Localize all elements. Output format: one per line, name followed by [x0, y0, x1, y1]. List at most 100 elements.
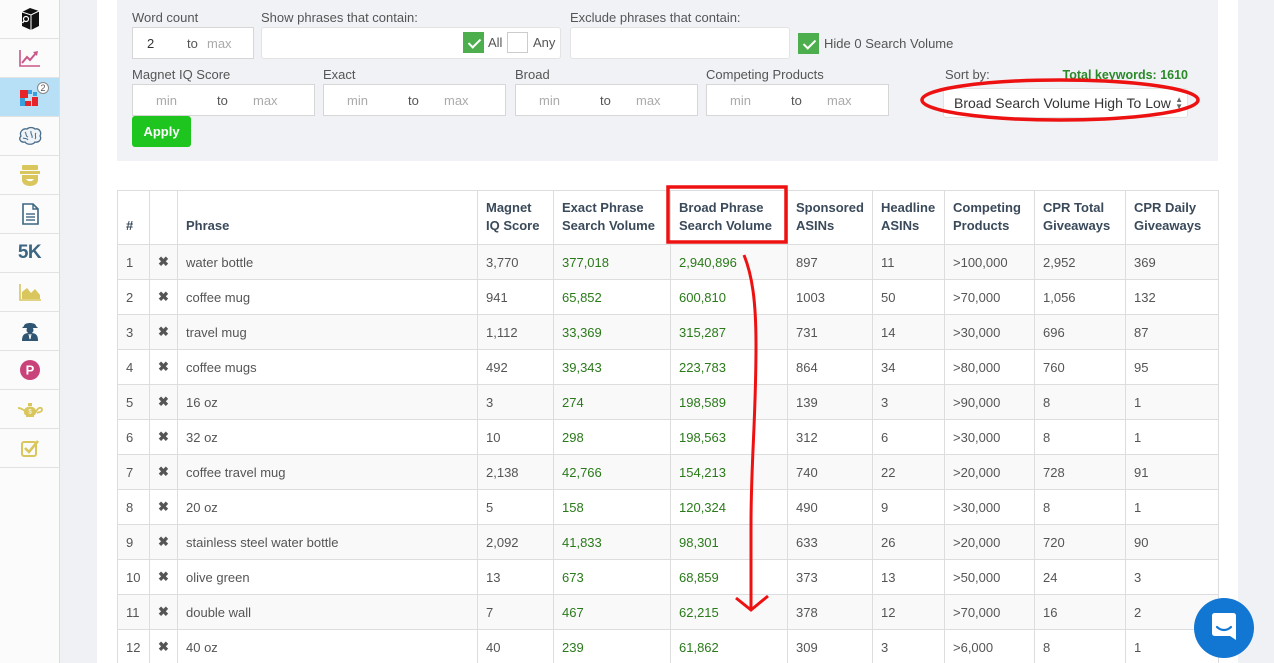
cell-competing-products: >80,000 [944, 349, 1035, 385]
sidebar-item-5k[interactable]: 5K [0, 234, 59, 273]
magnet-iq-min-input[interactable]: min [156, 93, 177, 108]
cell-cpr-total: 8 [1034, 629, 1126, 663]
cell-competing-products: >20,000 [944, 454, 1035, 490]
competing-min-input[interactable]: min [730, 93, 751, 108]
cell-competing-products: >70,000 [944, 594, 1035, 630]
cell-row-number: 5 [117, 384, 150, 420]
cell-cpr-total: 8 [1034, 384, 1126, 420]
sidebar-item-product-research[interactable] [0, 0, 59, 39]
sidebar-item-profits[interactable] [0, 273, 59, 312]
cell-broad-volume: 198,563 [670, 419, 788, 455]
table-row: 3 ✖ travel mug 1,112 33,369 315,287 731 14 >30,0… [117, 314, 1219, 350]
sidebar-item-index-checker[interactable] [0, 429, 59, 468]
sidebar-item-product-p[interactable]: P [0, 351, 59, 390]
cell-cpr-total: 720 [1034, 524, 1126, 560]
area-chart-icon [18, 284, 41, 301]
cell-phrase: travel mug [177, 314, 478, 350]
table-row: 12 ✖ 40 oz 40 239 61,862 309 3 >6,000 8 1 [117, 629, 1219, 663]
sidebar-item-magnet[interactable] [0, 117, 59, 156]
remove-row-icon[interactable]: ✖ [149, 349, 178, 385]
cell-sponsored-asins: 740 [787, 454, 873, 490]
remove-row-icon[interactable]: ✖ [149, 629, 178, 663]
cell-exact-volume: 33,369 [553, 314, 671, 350]
broad-max-input[interactable]: max [636, 93, 661, 108]
keywords-table: # Phrase Magnet IQ Score Exact Phrase Searc… [117, 190, 1219, 663]
header-col-cpr-total[interactable]: CPR Total Giveaways [1034, 190, 1126, 245]
any-checkbox[interactable] [507, 32, 528, 53]
remove-row-icon[interactable]: ✖ [149, 279, 178, 315]
header-col-cpr-daily[interactable]: CPR Daily Giveaways [1125, 190, 1219, 245]
remove-row-icon[interactable]: ✖ [149, 419, 178, 455]
exact-to-label: to [408, 92, 419, 108]
header-col-remove[interactable] [149, 190, 178, 245]
remove-row-icon[interactable]: ✖ [149, 244, 178, 280]
cell-magnet-iq: 1,112 [477, 314, 554, 350]
remove-row-icon[interactable]: ✖ [149, 524, 178, 560]
cell-headline-asins: 22 [872, 454, 945, 490]
header-col-sponsored-asins[interactable]: Sponsored ASINs [787, 190, 873, 245]
cell-row-number: 10 [117, 559, 150, 595]
word-count-max-input[interactable]: max [207, 36, 232, 51]
cell-competing-products: >50,000 [944, 559, 1035, 595]
cell-headline-asins: 3 [872, 629, 945, 663]
p-circle-icon: P [19, 360, 40, 380]
cell-sponsored-asins: 309 [787, 629, 873, 663]
broad-min-input[interactable]: min [539, 93, 560, 108]
header-col-competing-products[interactable]: Competing Products [944, 190, 1035, 245]
cell-competing-products: >100,000 [944, 244, 1035, 280]
word-count-min-input[interactable]: 2 [147, 36, 154, 51]
sidebar-item-frankenstein[interactable] [0, 156, 59, 195]
cell-exact-volume: 39,343 [553, 349, 671, 385]
remove-row-icon[interactable]: ✖ [149, 489, 178, 525]
table-row: 8 ✖ 20 oz 5 158 120,324 490 9 >30,000 8 1 [117, 489, 1219, 525]
remove-row-icon[interactable]: ✖ [149, 384, 178, 420]
apply-button[interactable]: Apply [132, 116, 191, 147]
sidebar: 2 5K P $ [0, 0, 60, 663]
sort-selected-value: Broad Search Volume High To Low [954, 95, 1171, 111]
header-col-number[interactable]: # [117, 190, 150, 245]
sidebar-item-keyword-cerebro[interactable]: 2 [0, 78, 59, 117]
cell-magnet-iq: 941 [477, 279, 554, 315]
cell-sponsored-asins: 731 [787, 314, 873, 350]
spy-icon [21, 323, 38, 341]
cell-headline-asins: 13 [872, 559, 945, 595]
header-col-phrase[interactable]: Phrase [177, 190, 478, 245]
chat-button[interactable] [1194, 598, 1254, 658]
remove-row-icon[interactable]: ✖ [149, 594, 178, 630]
header-col-exact-volume[interactable]: Exact Phrase Search Volume [553, 190, 671, 245]
cell-phrase: 20 oz [177, 489, 478, 525]
broad-range: min to max [515, 84, 698, 116]
exclude-label: Exclude phrases that contain: [570, 10, 741, 25]
sidebar-item-trends[interactable] [0, 39, 59, 78]
header-col-headline-asins[interactable]: Headline ASINs [872, 190, 945, 245]
all-checkbox[interactable] [463, 32, 484, 53]
hide-zero-label: Hide 0 Search Volume [824, 36, 954, 51]
cell-row-number: 3 [117, 314, 150, 350]
sidebar-item-scribbles[interactable] [0, 195, 59, 234]
cell-headline-asins: 6 [872, 419, 945, 455]
cell-cpr-daily: 87 [1125, 314, 1219, 350]
sort-label: Sort by: [945, 67, 990, 82]
hide-zero-checkbox[interactable] [798, 33, 819, 54]
any-label: Any [533, 35, 556, 50]
exact-min-input[interactable]: min [347, 93, 368, 108]
cell-magnet-iq: 3,770 [477, 244, 554, 280]
magnet-iq-max-input[interactable]: max [253, 93, 278, 108]
sort-select[interactable]: Broad Search Volume High To Low ▲ ▼ [943, 88, 1188, 118]
frankenstein-icon [19, 165, 40, 186]
exclude-input[interactable] [570, 27, 790, 59]
sidebar-item-refund-genie[interactable]: $ [0, 390, 59, 429]
cell-exact-volume: 158 [553, 489, 671, 525]
sidebar-item-inventory-protector[interactable] [0, 312, 59, 351]
remove-row-icon[interactable]: ✖ [149, 454, 178, 490]
genie-lamp-icon: $ [17, 403, 43, 417]
remove-row-icon[interactable]: ✖ [149, 559, 178, 595]
remove-row-icon[interactable]: ✖ [149, 314, 178, 350]
cell-cpr-daily: 132 [1125, 279, 1219, 315]
cell-sponsored-asins: 897 [787, 244, 873, 280]
exact-max-input[interactable]: max [444, 93, 469, 108]
header-col-magnet-iq[interactable]: Magnet IQ Score [477, 190, 554, 245]
header-col-broad-volume[interactable]: Broad Phrase Search Volume [670, 190, 788, 245]
competing-max-input[interactable]: max [827, 93, 852, 108]
broad-to-label: to [600, 92, 611, 108]
